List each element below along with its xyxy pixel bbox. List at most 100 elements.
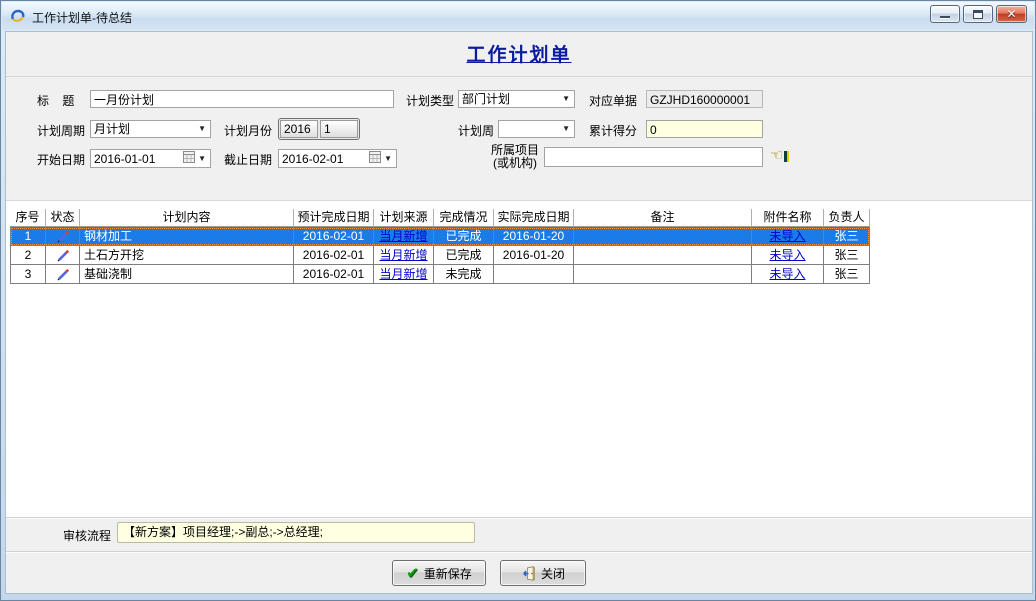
plan-period-dropdown[interactable]: 月计划 ▼	[90, 120, 211, 138]
start-date-picker[interactable]: 2016-01-01 ▼	[90, 149, 211, 168]
cell-source-link[interactable]: 当月新增	[379, 248, 427, 262]
plan-period-label: 计划周期	[37, 123, 85, 139]
doc-no-label: 对应单据	[589, 93, 637, 109]
total-score-label: 累计得分	[589, 123, 637, 139]
cell-attachment-link[interactable]: 未导入	[769, 267, 805, 281]
total-score-field[interactable]: 0	[646, 120, 763, 138]
table-row[interactable]: 1 钢材加工2016-02-01当月新增已完成2016-01-20未导入张三	[10, 227, 870, 246]
column-header[interactable]: 预计完成日期	[294, 209, 374, 227]
window-title: 工作计划单-待总结	[32, 9, 132, 26]
review-flow-field[interactable]: 【新方案】项目经理;->副总;->总经理;	[117, 522, 475, 543]
cell-attachment-link[interactable]: 未导入	[769, 248, 805, 262]
column-header[interactable]: 完成情况	[434, 209, 494, 227]
cell-content: 钢材加工	[80, 227, 294, 246]
cell-attachment: 未导入	[752, 246, 824, 265]
column-header[interactable]: 状态	[46, 209, 80, 227]
table-row[interactable]: 3 基础浇制2016-02-01当月新增未完成未导入张三	[10, 265, 870, 284]
divider	[6, 517, 1032, 519]
plan-table-body: 1 钢材加工2016-02-01当月新增已完成2016-01-20未导入张三2 …	[10, 227, 870, 284]
cell-remark	[574, 227, 752, 246]
cell-content: 土石方开挖	[80, 246, 294, 265]
chevron-down-icon: ▼	[197, 121, 207, 137]
cell-seq: 3	[10, 265, 46, 284]
project-input[interactable]	[544, 147, 763, 167]
cell-actual-date: 2016-01-20	[494, 246, 574, 265]
cell-source: 当月新增	[374, 246, 434, 265]
check-icon: ✔	[406, 566, 419, 581]
table-row[interactable]: 2 土石方开挖2016-02-01 当月新增已完成2016-01-20 未导入 张三	[10, 246, 870, 265]
close-icon: ✕	[1006, 8, 1016, 20]
column-header[interactable]: 负责人	[824, 209, 870, 227]
chevron-down-icon: ▼	[561, 91, 571, 107]
review-flow-label: 审核流程	[63, 527, 111, 544]
app-window: 工作计划单-待总结 ✕ 工作计划单 标 题 一月份计划 计划类型 部门计划 ▼ …	[0, 0, 1036, 601]
cell-completion: 已完成	[434, 246, 494, 265]
column-header[interactable]: 序号	[10, 209, 46, 227]
app-icon	[10, 8, 26, 24]
pointing-hand-icon: ☜	[770, 149, 783, 163]
calendar-icon	[369, 151, 381, 163]
exit-door-icon	[521, 566, 536, 581]
column-header[interactable]: 计划内容	[80, 209, 294, 227]
cell-source: 当月新增	[374, 265, 434, 284]
cell-source: 当月新增	[374, 227, 434, 246]
cell-due-date: 2016-02-01	[294, 227, 374, 246]
column-header[interactable]: 附件名称	[752, 209, 824, 227]
form-content: 工作计划单 标 题 一月份计划 计划类型 部门计划 ▼ 对应单据 GZJHD16…	[5, 31, 1033, 594]
end-date-picker[interactable]: 2016-02-01 ▼	[278, 149, 397, 168]
cell-source-link[interactable]: 当月新增	[379, 267, 427, 281]
cell-content: 基础浇制	[80, 265, 294, 284]
chevron-down-icon: ▼	[197, 151, 207, 167]
cell-due-date: 2016-02-01	[294, 265, 374, 284]
cell-seq: 1	[10, 227, 46, 246]
minimize-icon	[940, 16, 950, 19]
cell-owner: 张三	[824, 246, 870, 265]
table-area: 序号状态计划内容预计完成日期计划来源完成情况实际完成日期备注附件名称负责人 1 …	[6, 200, 1032, 517]
column-header[interactable]: 计划来源	[374, 209, 434, 227]
page-title: 工作计划单	[466, 45, 571, 66]
cell-source-link[interactable]: 当月新增	[379, 229, 427, 243]
cell-status[interactable]	[46, 227, 80, 246]
cell-attachment: 未导入	[752, 265, 824, 284]
column-header[interactable]: 备注	[574, 209, 752, 227]
plan-type-dropdown[interactable]: 部门计划 ▼	[458, 90, 575, 108]
cell-seq: 2	[10, 246, 46, 265]
cell-status[interactable]	[46, 265, 80, 284]
cell-attachment-link[interactable]: 未导入	[769, 229, 805, 243]
chevron-down-icon: ▼	[561, 121, 571, 137]
column-header[interactable]: 实际完成日期	[494, 209, 574, 227]
cell-owner: 张三	[824, 227, 870, 246]
cell-attachment: 未导入	[752, 227, 824, 246]
title-input[interactable]: 一月份计划	[90, 90, 394, 108]
cell-completion: 已完成	[434, 227, 494, 246]
close-window-button[interactable]: ✕	[996, 5, 1027, 23]
cell-remark	[574, 246, 752, 265]
close-form-button[interactable]: 关闭	[500, 560, 586, 586]
calendar-icon	[183, 151, 195, 163]
start-date-label: 开始日期	[37, 152, 85, 168]
title-label: 标 题	[37, 93, 74, 109]
book-icon	[784, 151, 789, 162]
project-picker-button[interactable]: ☜	[770, 149, 789, 163]
cell-status[interactable]	[46, 246, 80, 265]
pencil-icon	[56, 268, 70, 282]
plan-type-label: 计划类型	[406, 93, 454, 109]
window-titlebar[interactable]: 工作计划单-待总结 ✕	[2, 2, 1034, 30]
plan-month-label: 计划月份	[224, 123, 272, 139]
project-label: 所属项目 (或机构)	[488, 144, 542, 170]
maximize-button[interactable]	[963, 5, 993, 23]
doc-no-field: GZJHD160000001	[646, 90, 763, 108]
plan-table: 序号状态计划内容预计完成日期计划来源完成情况实际完成日期备注附件名称负责人 1 …	[10, 209, 870, 284]
plan-week-dropdown[interactable]: ▼	[498, 120, 575, 138]
cell-completion: 未完成	[434, 265, 494, 284]
minimize-button[interactable]	[930, 5, 960, 23]
chevron-down-icon: ▼	[383, 151, 393, 167]
pencil-icon	[56, 230, 70, 244]
year-dropdown[interactable]: 2016 ▼	[280, 120, 318, 138]
cell-due-date: 2016-02-01	[294, 246, 374, 265]
save-button[interactable]: ✔ 重新保存	[392, 560, 486, 586]
month-dropdown[interactable]: 1 ▼	[320, 120, 358, 138]
plan-month-picker: 2016 ▼ 1 ▼	[278, 118, 360, 140]
plan-week-label: 计划周	[458, 123, 494, 139]
pencil-icon	[56, 249, 70, 263]
